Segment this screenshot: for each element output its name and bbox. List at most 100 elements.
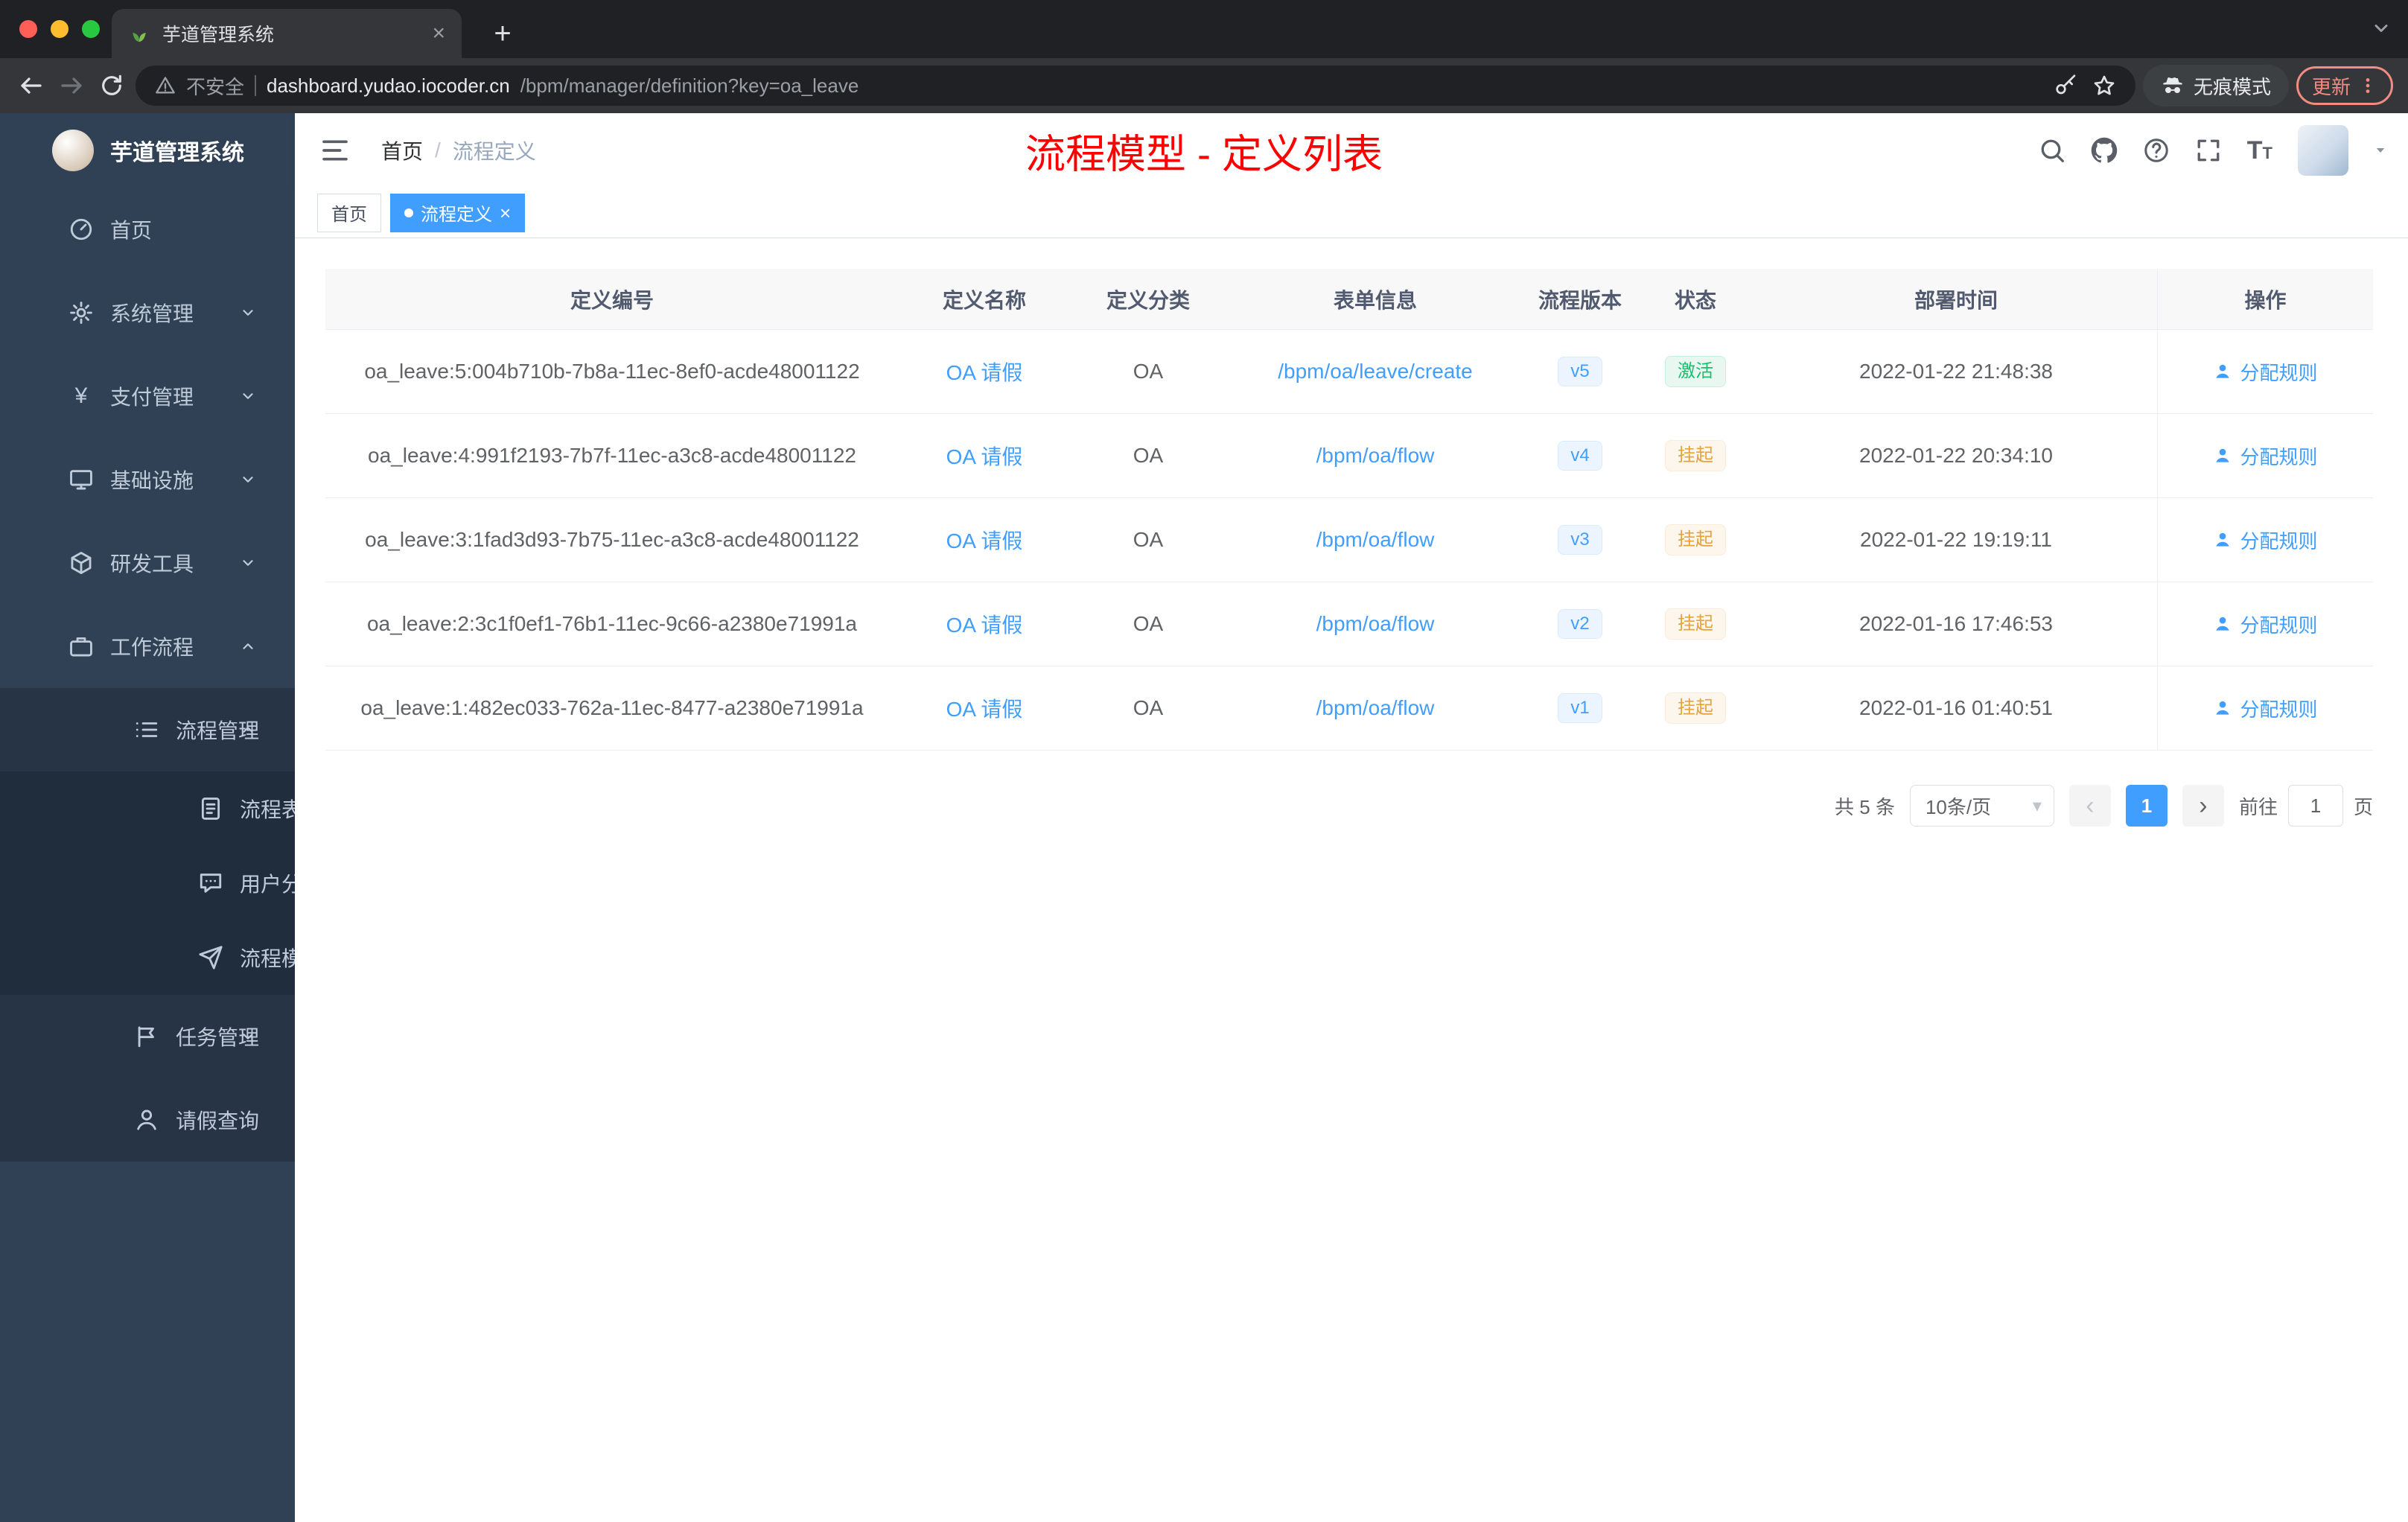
- avatar-caret-down-icon[interactable]: [2374, 144, 2387, 157]
- chevron-down-icon: [243, 560, 253, 566]
- tag-label: 首页: [331, 205, 367, 225]
- sidebar-item-devtools[interactable]: 研发工具: [0, 521, 295, 605]
- maximize-window-button[interactable]: [82, 20, 100, 38]
- assign-rule-label: 分配规则: [2240, 614, 2318, 637]
- page-size-select[interactable]: 10条/页 ▾: [1909, 785, 2054, 827]
- chat-icon: [200, 873, 222, 893]
- list-icon: [136, 722, 158, 737]
- browser-tabstrip: 芋道管理系统 × +: [0, 0, 2408, 58]
- status-badge: 挂起: [1665, 608, 1726, 640]
- url-domain: dashboard.yudao.iocoder.cn: [267, 74, 510, 97]
- sidebar-item-label: 请假查询: [176, 1109, 260, 1133]
- sidebar-item-user-group[interactable]: 用户分组: [0, 846, 295, 920]
- tag-home[interactable]: 首页: [317, 193, 381, 232]
- browser-window: 芋道管理系统 × + 不安全 dashboard.yudao.iocoder.c…: [0, 0, 2408, 1522]
- sidebar-item-process-form[interactable]: 流程表单: [0, 771, 295, 846]
- search-icon[interactable]: [2039, 137, 2065, 164]
- new-tab-button[interactable]: +: [482, 13, 523, 54]
- active-dot: [404, 208, 413, 217]
- form-link[interactable]: /bpm/oa/flow: [1316, 612, 1435, 636]
- key-icon[interactable]: [2054, 74, 2077, 98]
- assign-rule-button[interactable]: 分配规则: [2213, 442, 2318, 470]
- definition-name-link[interactable]: OA 请假: [946, 357, 1023, 386]
- cell-category: OA: [1070, 330, 1226, 414]
- prev-page-button[interactable]: ‹: [2068, 785, 2111, 827]
- definition-name-link[interactable]: OA 请假: [946, 693, 1023, 723]
- cell-deploy-time: 2022-01-22 19:19:11: [1755, 498, 2157, 582]
- sidebar-item-leave-query[interactable]: 请假查询: [0, 1078, 295, 1162]
- form-link[interactable]: /bpm/oa/flow: [1316, 444, 1435, 468]
- definition-name-link[interactable]: OA 请假: [946, 441, 1023, 471]
- sidebar-item-payment[interactable]: ¥ 支付管理: [0, 354, 295, 438]
- paper-plane-icon: [199, 946, 223, 969]
- sidebar-item-process-management[interactable]: 流程管理: [0, 688, 295, 771]
- bookmark-star-icon[interactable]: [2092, 74, 2116, 98]
- update-button[interactable]: 更新: [2296, 66, 2393, 105]
- status-badge: 挂起: [1665, 440, 1726, 471]
- sidebar-item-label: 研发工具: [110, 553, 194, 576]
- sidebar-logo: 芋道管理系统: [0, 113, 295, 188]
- flag-icon: [138, 1026, 154, 1048]
- user-icon: [2216, 364, 2230, 378]
- sidebar-item-label: 支付管理: [110, 386, 194, 409]
- font-size-icon[interactable]: TT: [2247, 138, 2272, 163]
- browser-tab[interactable]: 芋道管理系统 ×: [112, 9, 462, 58]
- form-link[interactable]: /bpm/oa/flow: [1316, 696, 1435, 720]
- reload-icon[interactable]: [95, 69, 128, 102]
- favicon-leaf-icon: [133, 33, 146, 42]
- assign-rule-button[interactable]: 分配规则: [2213, 526, 2318, 554]
- briefcase-icon: [70, 637, 92, 657]
- tag-process-definition[interactable]: 流程定义 ×: [390, 193, 526, 232]
- table-row: oa_leave:5:004b710b-7b8a-11ec-8ef0-acde4…: [325, 330, 2373, 414]
- tab-close-icon[interactable]: ×: [432, 22, 445, 45]
- sidebar-item-workflow[interactable]: 工作流程: [0, 605, 295, 688]
- navbar: 首页 / 流程定义 流程模型 - 定义列表 TT: [295, 113, 2408, 188]
- address-bar[interactable]: 不安全 dashboard.yudao.iocoder.cn /bpm/mana…: [136, 66, 2135, 106]
- definition-name-link[interactable]: OA 请假: [946, 525, 1023, 555]
- breadcrumb-separator: /: [435, 138, 441, 162]
- column-header: 定义编号: [325, 269, 899, 330]
- sidebar-collapse-icon[interactable]: [319, 134, 351, 167]
- cell-definition-id: oa_leave:1:482ec033-762a-11ec-8477-a2380…: [325, 666, 899, 751]
- form-link[interactable]: /bpm/oa/leave/create: [1278, 360, 1473, 383]
- page-number-button[interactable]: 1: [2125, 785, 2167, 827]
- user-avatar[interactable]: [2298, 125, 2348, 176]
- cell-deploy-time: 2022-01-22 21:48:38: [1755, 330, 2157, 414]
- column-header: 定义名称: [899, 269, 1070, 330]
- next-page-button[interactable]: ›: [2182, 785, 2224, 827]
- main-content: 定义编号 定义名称 定义分类 表单信息 流程版本 状态 部署时间 操作 oa_l…: [295, 238, 2408, 1522]
- sidebar-item-home[interactable]: 首页: [0, 188, 295, 271]
- goto-page-input[interactable]: [2287, 785, 2343, 827]
- sidebar-item-task-management[interactable]: 任务管理: [0, 995, 295, 1078]
- assign-rule-button[interactable]: 分配规则: [2213, 695, 2318, 722]
- back-icon[interactable]: [15, 69, 48, 102]
- github-icon[interactable]: [2091, 137, 2118, 164]
- sidebar-item-system[interactable]: 系统管理: [0, 271, 295, 354]
- sidebar-item-label: 工作流程: [110, 636, 194, 659]
- forward-icon[interactable]: [55, 69, 88, 102]
- column-header: 表单信息: [1226, 269, 1524, 330]
- goto-prefix: 前往: [2238, 795, 2278, 818]
- select-caret-down-icon: ▾: [2032, 795, 2042, 816]
- assign-rule-button[interactable]: 分配规则: [2213, 611, 2318, 638]
- assign-rule-button[interactable]: 分配规则: [2213, 358, 2318, 386]
- page-size-value: 10条/页: [1925, 795, 1992, 818]
- sidebar-item-infrastructure[interactable]: 基础设施: [0, 438, 295, 521]
- version-tag: v4: [1558, 441, 1602, 471]
- fullscreen-icon[interactable]: [2195, 137, 2222, 164]
- incognito-label: 无痕模式: [2193, 75, 2271, 98]
- form-link[interactable]: /bpm/oa/flow: [1316, 528, 1435, 552]
- tag-close-icon[interactable]: ×: [500, 203, 511, 223]
- kebab-menu-icon[interactable]: [2358, 76, 2377, 95]
- cell-deploy-time: 2022-01-22 20:34:10: [1755, 414, 2157, 498]
- minimize-window-button[interactable]: [51, 20, 69, 38]
- tab-search-chevron-icon[interactable]: [2371, 18, 2392, 39]
- definition-name-link[interactable]: OA 请假: [946, 609, 1023, 639]
- table-row: oa_leave:4:991f2193-7b7f-11ec-a3c8-acde4…: [325, 414, 2373, 498]
- breadcrumb-home[interactable]: 首页: [381, 136, 423, 165]
- close-window-button[interactable]: [19, 20, 37, 38]
- incognito-icon: [2163, 77, 2182, 93]
- help-icon[interactable]: [2143, 137, 2170, 164]
- definition-table: 定义编号 定义名称 定义分类 表单信息 流程版本 状态 部署时间 操作 oa_l…: [325, 269, 2373, 751]
- sidebar-item-process-model[interactable]: 流程模型: [0, 920, 295, 995]
